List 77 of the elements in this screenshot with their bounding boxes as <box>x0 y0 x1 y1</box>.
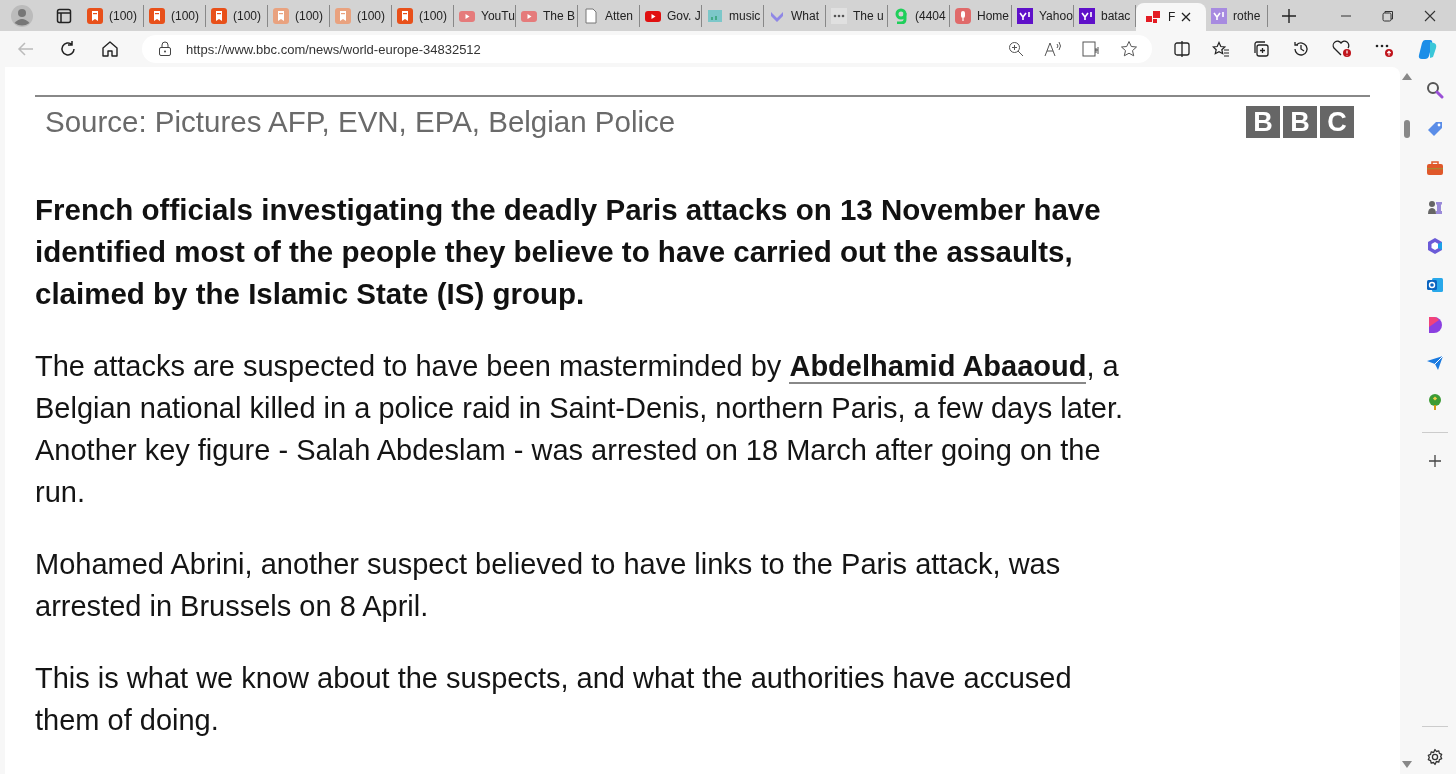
health-icon[interactable] <box>1332 40 1352 58</box>
add-icon[interactable] <box>1428 454 1442 468</box>
bookmark-icon <box>211 7 227 24</box>
image-caption: Source: Pictures AFP, EVN, EPA, Belgian Police <box>45 105 676 139</box>
browser-tab[interactable]: Home <box>950 4 1012 27</box>
close-icon[interactable] <box>1424 9 1436 22</box>
article-link[interactable]: Abdelhamid Abaaoud <box>789 350 1087 384</box>
browser-tab[interactable]: (100) <box>82 4 144 27</box>
browser-tab[interactable]: The u <box>826 4 888 27</box>
scroll-down-arrow[interactable] <box>1402 761 1412 768</box>
browser-tab[interactable]: (100) <box>206 4 268 27</box>
office-icon[interactable] <box>1426 237 1444 255</box>
toolbox-icon[interactable] <box>1426 159 1444 177</box>
split-screen-icon[interactable] <box>1174 41 1190 57</box>
logo-letter: B <box>1246 106 1280 138</box>
microphone-icon <box>955 7 971 24</box>
history-icon[interactable] <box>1292 40 1310 58</box>
paragraph: This is what we know about the suspects, and what the authorities have accused them of doing. <box>35 661 1073 738</box>
browser-tab[interactable]: batac <box>1074 4 1136 27</box>
paragraph: Mohamed Abrini, another suspect believed to have links to the Paris attack, was arrested in Brussels on 8 April. <box>35 547 1062 624</box>
close-icon[interactable] <box>1181 12 1192 22</box>
browser-tab[interactable]: Atten <box>578 4 640 27</box>
letter-g-icon <box>893 7 909 24</box>
bookmark-icon <box>397 7 413 24</box>
settings-icon[interactable] <box>1426 748 1444 766</box>
browser-tab[interactable]: (100) <box>330 4 392 27</box>
address-bar[interactable]: https://www.bbc.com/news/world-europe-34832512 <box>142 35 1152 63</box>
search-icon[interactable] <box>1426 81 1444 99</box>
lock-icon <box>158 41 172 57</box>
browser-tab[interactable]: (4404 <box>888 4 950 27</box>
favorites-icon[interactable] <box>1212 41 1230 57</box>
browser-tab[interactable]: music <box>702 4 764 27</box>
dots-icon <box>831 7 847 24</box>
restore-icon[interactable] <box>1382 9 1394 22</box>
tree-icon[interactable] <box>1426 393 1444 411</box>
tab-actions-icon[interactable] <box>56 7 72 24</box>
home-icon[interactable] <box>101 40 119 58</box>
copilot-icon[interactable] <box>1416 38 1438 60</box>
new-tab-icon[interactable] <box>1282 8 1296 23</box>
squares-icon <box>1146 9 1162 25</box>
star-icon[interactable] <box>1120 40 1138 58</box>
logo-letter: B <box>1283 106 1317 138</box>
bookmark-icon <box>149 7 165 24</box>
browser-tab[interactable]: (100) <box>392 4 454 27</box>
reload-icon[interactable] <box>59 40 77 58</box>
yahoo-icon <box>1211 7 1227 24</box>
yahoo-icon <box>1017 7 1033 24</box>
reader-icon[interactable] <box>1082 41 1100 57</box>
zoom-icon[interactable] <box>1008 41 1024 57</box>
bookmark-icon <box>87 7 103 24</box>
browser-tab[interactable]: rothe <box>1206 4 1268 27</box>
lead-paragraph: French officials investigating the deadly Paris attacks on 13 November have identified most of the people they believe to have carried out the assaults, claimed by the Islamic State (IS) group. <box>35 192 1102 312</box>
profile-icon[interactable] <box>11 4 33 27</box>
read-aloud-icon[interactable] <box>1044 41 1062 57</box>
browser-tab[interactable]: (100) <box>144 4 206 27</box>
outlook-icon[interactable] <box>1426 276 1444 294</box>
yahoo-icon <box>1079 7 1095 24</box>
tag-icon[interactable] <box>1426 120 1444 138</box>
browser-tab[interactable]: YouTu <box>454 4 516 27</box>
browser-tab[interactable]: Yahoo <box>1012 4 1074 27</box>
collections-icon[interactable] <box>1252 40 1270 58</box>
browser-tab[interactable]: (100) <box>268 4 330 27</box>
paragraph: The attacks are suspected to have been masterminded by Abdelhamid Abaaoud, a Belgian national killed in a police raid in Saint-Denis, northern Paris, a few days later. Another key figure - Salah Abdeslam - was arrested on 18 March after going on the run. <box>35 349 1125 510</box>
chess-pieces-icon[interactable] <box>1426 198 1444 216</box>
browser-tab[interactable]: Gov. J <box>640 4 702 27</box>
designer-icon[interactable] <box>1426 315 1444 333</box>
chart-icon <box>707 7 723 24</box>
logo-letter: C <box>1320 106 1354 138</box>
browser-tab[interactable]: F <box>1136 3 1206 31</box>
bookmark-icon <box>335 7 351 24</box>
bookmark-icon <box>273 7 289 24</box>
send-icon[interactable] <box>1426 354 1444 372</box>
browser-tab[interactable]: The B <box>516 4 578 27</box>
scroll-up-arrow[interactable] <box>1402 73 1412 80</box>
browser-tab[interactable]: What <box>764 4 826 27</box>
scroll-thumb[interactable] <box>1404 120 1410 138</box>
document-icon <box>583 7 599 24</box>
